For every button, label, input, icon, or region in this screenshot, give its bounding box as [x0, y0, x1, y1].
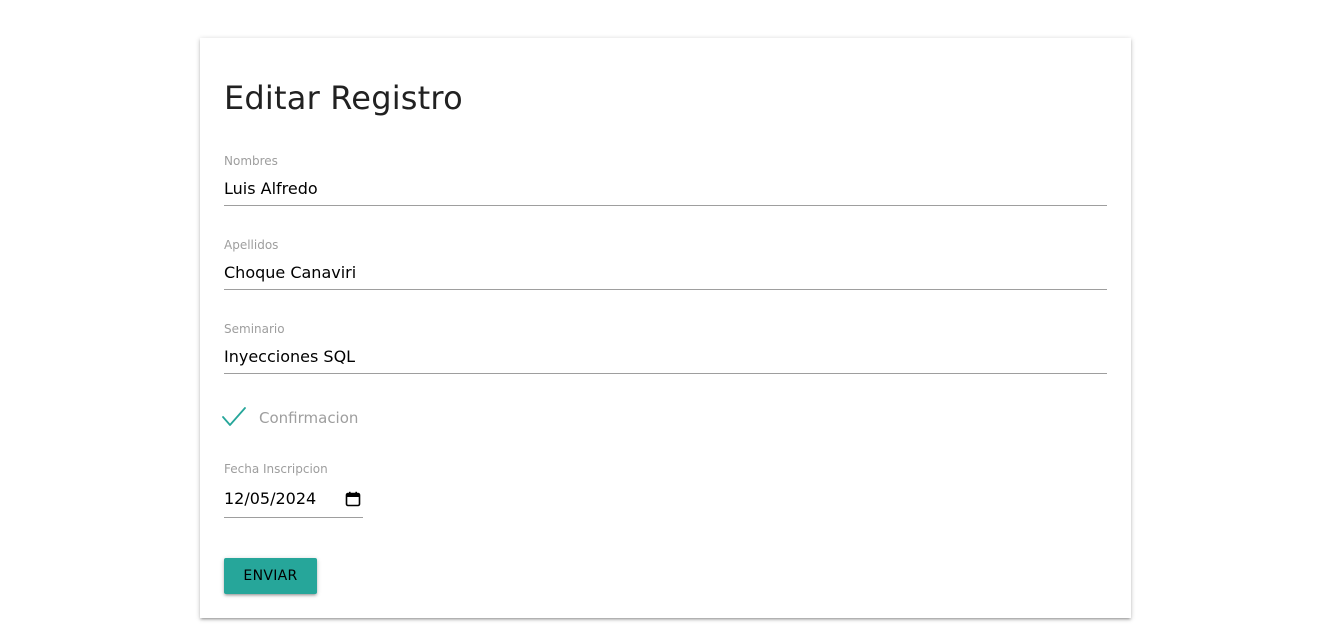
apellidos-input[interactable] [224, 256, 1107, 290]
checkmark-icon[interactable] [222, 406, 246, 430]
nombres-field: Nombres [224, 155, 1107, 213]
page-title: Editar Registro [224, 79, 463, 117]
confirmation-checkbox[interactable]: Confirmacion [222, 406, 358, 430]
seminario-label: Seminario [224, 322, 285, 336]
nombres-label: Nombres [224, 154, 278, 168]
fecha-inscripcion-label: Fecha Inscripcion [224, 462, 328, 476]
apellidos-field: Apellidos [224, 239, 1107, 297]
confirmation-label: Confirmacion [259, 409, 359, 427]
seminario-field: Seminario [224, 323, 1107, 381]
date-value: 12/05/2024 [224, 489, 317, 508]
fecha-inscripcion-field: Fecha Inscripcion 12/05/2024 [224, 463, 363, 520]
submit-button[interactable]: ENVIAR [224, 558, 317, 594]
fecha-inscripcion-input[interactable]: 12/05/2024 [224, 480, 363, 518]
calendar-icon[interactable] [345, 491, 361, 507]
apellidos-label: Apellidos [224, 238, 279, 252]
nombres-input[interactable] [224, 172, 1107, 206]
edit-record-card: Editar Registro Nombres Apellidos Semina… [200, 38, 1131, 618]
seminario-input[interactable] [224, 340, 1107, 374]
